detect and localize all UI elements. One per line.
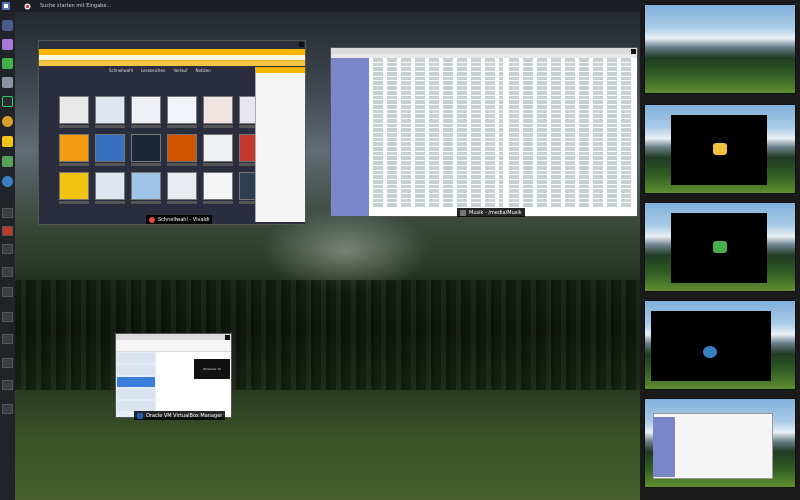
dock-thumbnail[interactable] — [2, 208, 13, 218]
workspace-thumbnail-4[interactable] — [644, 300, 796, 390]
file-manager-icon — [460, 209, 466, 216]
speed-dial-tile[interactable] — [167, 134, 197, 166]
vm-list-item[interactable] — [117, 365, 155, 375]
dock-thumbnail[interactable] — [2, 358, 13, 368]
workspace-switcher — [640, 0, 800, 500]
speed-dial-tile[interactable] — [59, 96, 89, 128]
speed-dial-tile[interactable] — [131, 172, 161, 204]
virtualbox-icon — [137, 412, 143, 419]
speed-dial-tile[interactable] — [131, 134, 161, 166]
writer-icon[interactable] — [2, 77, 13, 88]
close-icon[interactable] — [225, 335, 230, 340]
system-monitor-icon[interactable] — [2, 96, 13, 107]
music-list-right[interactable] — [509, 58, 635, 208]
evernote-icon[interactable] — [2, 58, 13, 69]
notes-tab[interactable]: Notizen — [196, 68, 211, 73]
vbox-toolbar[interactable] — [116, 340, 231, 352]
vivaldi-window-caption[interactable]: Schnellwahl - Vivaldi — [146, 215, 213, 224]
dock-thumbnail[interactable] — [2, 244, 13, 254]
vm-list-item[interactable] — [117, 389, 155, 399]
speed-dial-nav: Schnellwahl Lesezeichen Verlauf Notizen — [109, 68, 211, 73]
window-title: Oracle VM VirtualBox Manager — [146, 412, 223, 419]
dock-thumbnail[interactable] — [2, 334, 13, 344]
vivaldi-icon — [149, 216, 155, 223]
close-icon[interactable] — [299, 42, 304, 47]
close-icon[interactable] — [631, 49, 636, 54]
vivaldi-titlebar[interactable] — [39, 41, 305, 49]
top-panel: Suche starten mit Eingabe... — [0, 0, 640, 12]
speed-dial-tile[interactable] — [167, 96, 197, 128]
music-sidebar[interactable] — [331, 58, 369, 216]
vivaldi-window[interactable]: Schnellwahl Lesezeichen Verlauf Notizen — [38, 40, 306, 225]
vivaldi-side-panel — [255, 67, 305, 222]
virtualbox-window[interactable]: Windows 10 — [115, 333, 232, 418]
vm-list-item[interactable] — [117, 353, 155, 363]
workspace-window-sidebar — [653, 417, 675, 477]
launcher-icon[interactable] — [0, 0, 12, 12]
vm-list-item-selected[interactable] — [117, 377, 155, 387]
speed-dial-tile[interactable] — [131, 96, 161, 128]
workspace-thumbnail-5[interactable] — [644, 398, 796, 488]
network-icon — [703, 346, 717, 358]
speed-dial-tab[interactable]: Schnellwahl — [109, 68, 133, 73]
speed-dial-tile[interactable] — [203, 134, 233, 166]
speed-dial-tile[interactable] — [167, 172, 197, 204]
vm-list-item[interactable] — [117, 401, 155, 411]
media-player-icon[interactable] — [2, 116, 13, 127]
gimp-icon[interactable] — [2, 136, 13, 147]
rss-icon — [713, 241, 727, 253]
dock-thumbnail-red[interactable] — [2, 226, 13, 236]
window-title: Schnellwahl - Vivaldi — [158, 216, 210, 223]
speed-dial-tile[interactable] — [95, 172, 125, 204]
speed-dial-tile[interactable] — [203, 172, 233, 204]
search-input[interactable]: Suche starten mit Eingabe... — [40, 3, 111, 9]
music-window-caption[interactable]: Musik - /media/Musik — [457, 208, 525, 217]
vivaldi-bookmarks-bar[interactable] — [39, 61, 305, 66]
dock-thumbnail[interactable] — [2, 287, 13, 297]
workspace-thumbnail-1[interactable] — [644, 4, 796, 94]
history-tab[interactable]: Verlauf — [173, 68, 187, 73]
speed-dial-tile[interactable] — [203, 96, 233, 128]
search-icon[interactable] — [22, 1, 32, 11]
calculator-icon[interactable] — [2, 156, 13, 167]
speed-dial-tile[interactable] — [59, 172, 89, 204]
speed-dial-tile[interactable] — [95, 96, 125, 128]
mail-icon — [713, 143, 727, 155]
dock — [0, 12, 15, 500]
window-title: Musik - /media/Musik — [469, 209, 522, 216]
network-icon[interactable] — [2, 176, 13, 187]
dock-thumbnail[interactable] — [2, 380, 13, 390]
workspace-thumbnail-3[interactable] — [644, 202, 796, 292]
speed-dial-tile[interactable] — [95, 134, 125, 166]
music-list-left[interactable] — [373, 58, 503, 208]
vm-preview-label: Windows 10 — [202, 367, 222, 371]
speed-dial-grid — [59, 96, 269, 204]
desktop-forest — [15, 280, 640, 390]
vm-preview: Windows 10 — [194, 359, 230, 379]
music-file-window[interactable] — [330, 47, 638, 217]
virtualbox-window-caption[interactable]: Oracle VM VirtualBox Manager — [134, 411, 226, 420]
files-icon[interactable] — [2, 39, 13, 50]
apps-grid-icon[interactable] — [2, 20, 13, 31]
bookmarks-tab[interactable]: Lesezeichen — [141, 68, 166, 73]
speed-dial-tile[interactable] — [59, 134, 89, 166]
dock-thumbnail[interactable] — [2, 267, 13, 277]
dock-thumbnail[interactable] — [2, 404, 13, 414]
vbox-machine-list — [116, 352, 156, 417]
dock-thumbnail[interactable] — [2, 312, 13, 322]
workspace-thumbnail-2[interactable] — [644, 104, 796, 194]
